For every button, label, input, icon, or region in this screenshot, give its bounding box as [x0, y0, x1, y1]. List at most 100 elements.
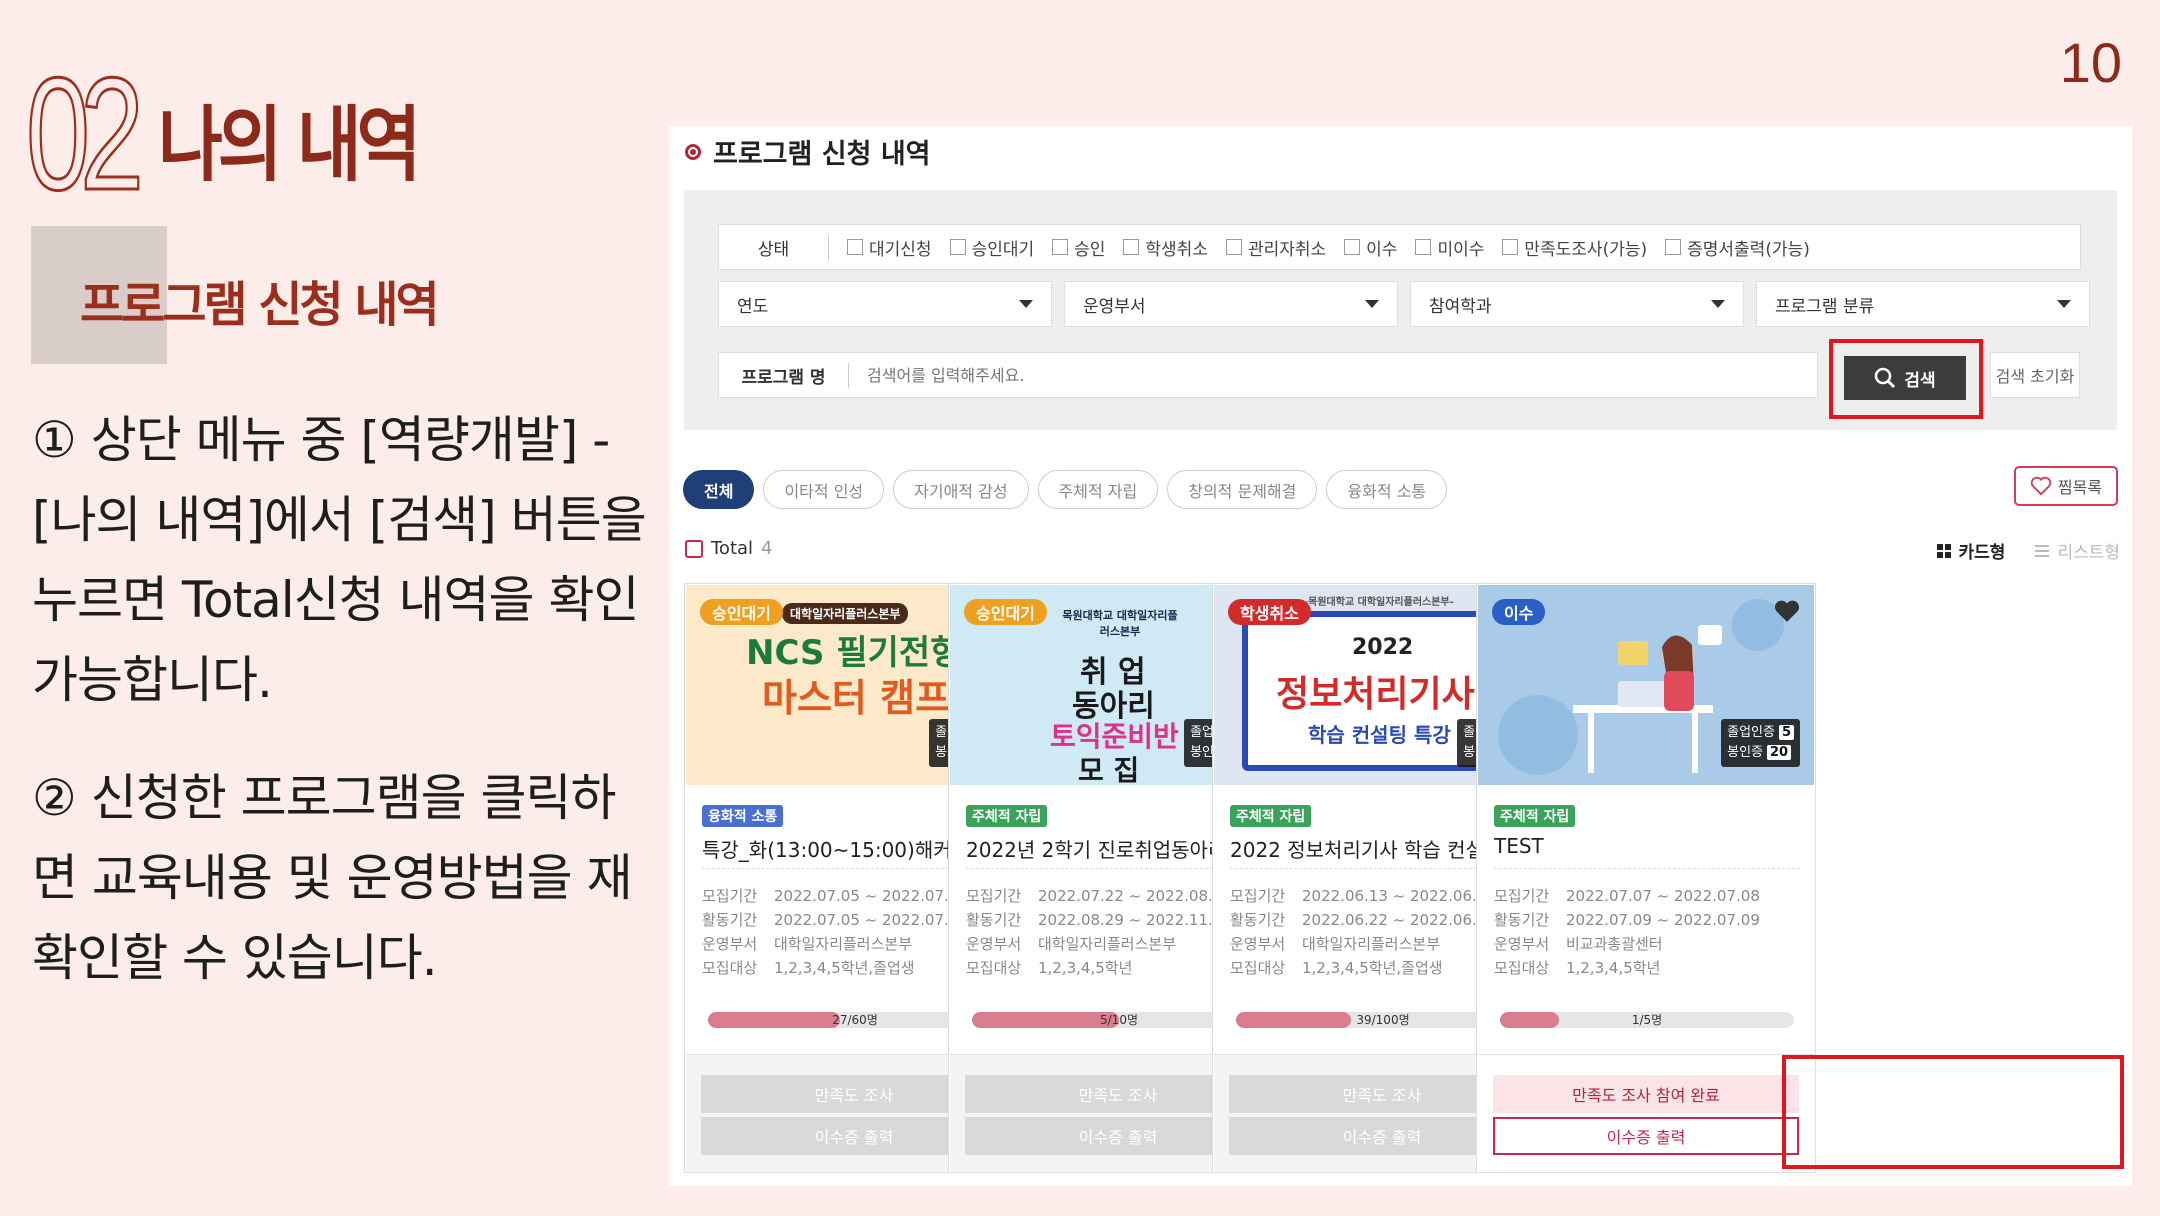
- status-checkbox[interactable]: 승인: [1052, 235, 1105, 260]
- select-label: 프로그램 분류: [1775, 296, 1875, 317]
- status-checkbox[interactable]: 증명서출력(가능): [1665, 235, 1810, 260]
- status-badge: 승인대기: [964, 599, 1047, 625]
- heart-icon[interactable]: [1774, 599, 1800, 623]
- category-filter-tabs: 전체 이타적 인성 자기애적 감성 주체적 자립 창의적 문제해결 융화적 소통: [683, 470, 1448, 509]
- wishlist-button[interactable]: 찜목록: [2014, 466, 2118, 506]
- screenshot-panel: 프로그램 신청 내역 상태 대기신청 승인대기 승인 학생취소 관리자취소 이수…: [669, 126, 2132, 1186]
- program-category-select[interactable]: 프로그램 분류: [1756, 281, 2090, 327]
- program-info: 모집기간 2022.06.13 ~ 2022.06.24 활동기간 2022.06.…: [1230, 884, 1496, 980]
- search-area: 상태 대기신청 승인대기 승인 학생취소 관리자취소 이수 미이수 만족도조사(…: [684, 190, 2117, 430]
- info-label: 모집기간: [1494, 887, 1550, 905]
- reset-button[interactable]: 검색 초기화: [1990, 352, 2080, 398]
- year-select[interactable]: 연도: [718, 281, 1052, 327]
- section-title: 나의 내역: [158, 98, 421, 193]
- status-checkbox[interactable]: 승인대기: [949, 235, 1034, 260]
- select-label: 운영부서: [1083, 296, 1146, 317]
- info-label: 운영부서: [1494, 935, 1550, 953]
- enrollment-progress-bar: 1/5명: [1500, 1012, 1794, 1028]
- checkbox-icon[interactable]: [1052, 239, 1069, 255]
- status-label: 상태: [719, 234, 829, 260]
- total-number: 4: [761, 538, 773, 559]
- checkbox-icon[interactable]: [1415, 239, 1432, 255]
- filter-pill[interactable]: 전체: [683, 470, 755, 509]
- select-label: 참여학과: [1429, 296, 1492, 317]
- program-title[interactable]: TEST: [1494, 834, 1804, 858]
- cert-value: 5: [1778, 725, 1794, 740]
- status-checkbox[interactable]: 대기신청: [847, 235, 932, 260]
- major-select[interactable]: 참여학과: [1410, 281, 1744, 327]
- card-view-button[interactable]: 카드형: [1936, 538, 2006, 563]
- list-view-label: 리스트형: [2057, 543, 2120, 563]
- cert-value: 20: [1767, 745, 1792, 760]
- divider: [1494, 868, 1800, 869]
- chevron-down-icon: [2057, 300, 2071, 308]
- screen-title: 프로그램 신청 내역: [685, 132, 931, 171]
- info-label: 운영부서: [702, 935, 758, 953]
- checkbox-label: 증명서출력(가능): [1687, 239, 1810, 260]
- info-label: 운영부서: [1230, 935, 1286, 953]
- info-label: 활동기간: [966, 911, 1022, 929]
- program-info: 모집기간 2022.07.22 ~ 2022.08.26 활동기간 2022.08.…: [966, 884, 1232, 980]
- status-checkbox[interactable]: 미이수: [1415, 235, 1484, 260]
- program-thumbnail: 이수 졸업인증 5 봉인증 20: [1478, 585, 1814, 785]
- status-checkbox[interactable]: 학생취소: [1123, 235, 1208, 260]
- list-view-button[interactable]: 리스트형: [2035, 538, 2120, 563]
- checkbox-icon[interactable]: [1225, 239, 1242, 255]
- program-name-label: 프로그램 명: [719, 362, 849, 388]
- action-highlight-box: [1782, 1055, 2124, 1169]
- program-card[interactable]: 이수 졸업인증 5 봉인증 20 주체적 자립 TEST 모집기간 2022.07.0…: [1476, 583, 1816, 1173]
- info-value: 2022.07.22 ~ 2022.08.26: [1038, 887, 1232, 905]
- instruction-step-1: ① 상단 메뉴 중 [역량개발] - [나의 내역]에서 [검색] 버튼을 누르…: [32, 411, 647, 709]
- checkbox-label: 만족도조사(가능): [1524, 239, 1648, 260]
- department-select[interactable]: 운영부서: [1064, 281, 1398, 327]
- info-value: 2022.06.22 ~ 2022.06.24: [1302, 911, 1496, 929]
- certificate-print-button[interactable]: 이수증 출력: [1493, 1117, 1799, 1155]
- info-value: 2022.07.05 ~ 2022.07.11: [774, 911, 968, 929]
- screen-title-text: 프로그램 신청 내역: [713, 139, 931, 170]
- checkbox-icon[interactable]: [1123, 239, 1140, 255]
- filter-pill[interactable]: 자기애적 감성: [893, 470, 1029, 509]
- info-label: 모집대상: [702, 959, 758, 977]
- filter-pill[interactable]: 융화적 소통: [1326, 470, 1448, 509]
- checkbox-icon[interactable]: [949, 239, 966, 255]
- page-number: 10: [2059, 31, 2122, 94]
- info-label: 모집기간: [702, 887, 758, 905]
- info-label: 활동기간: [1494, 911, 1550, 929]
- select-row: 연도 운영부서 참여학과 프로그램 분류: [718, 281, 2090, 327]
- status-badge: 학생취소: [1228, 599, 1311, 625]
- program-name-row: 프로그램 명: [718, 352, 1818, 398]
- checkbox-icon[interactable]: [1502, 239, 1519, 255]
- select-label: 연도: [737, 296, 769, 317]
- info-label: 모집대상: [966, 959, 1022, 977]
- filter-pill[interactable]: 창의적 문제해결: [1167, 470, 1318, 509]
- filter-pill[interactable]: 주체적 자립: [1037, 470, 1159, 509]
- program-info: 모집기간 2022.07.05 ~ 2022.07.11 활동기간 2022.07.…: [702, 884, 968, 980]
- checkbox-icon[interactable]: [1665, 239, 1682, 255]
- chevron-down-icon: [1365, 300, 1379, 308]
- total-label: Total: [711, 538, 754, 559]
- bullet-icon: [685, 143, 701, 160]
- checkbox-icon[interactable]: [847, 239, 863, 255]
- program-info: 모집기간 2022.07.07 ~ 2022.07.08 활동기간 2022.07.…: [1494, 884, 1760, 980]
- info-value: 2022.08.29 ~ 2022.11.30: [1038, 911, 1232, 929]
- checkbox-label: 미이수: [1437, 239, 1485, 260]
- info-value: 2022.07.09 ~ 2022.07.09: [1566, 911, 1760, 929]
- filter-pill[interactable]: 이타적 인성: [763, 470, 885, 509]
- status-checkbox[interactable]: 관리자취소: [1225, 235, 1327, 260]
- checkbox-icon[interactable]: [1344, 239, 1361, 255]
- status-checkbox[interactable]: 만족도조사(가능): [1502, 235, 1647, 260]
- search-input[interactable]: [867, 365, 1747, 385]
- category-badge: 주체적 자립: [1494, 805, 1576, 827]
- total-count: Total 4: [685, 538, 773, 559]
- status-checkbox[interactable]: 이수: [1344, 235, 1397, 260]
- cert-label: 봉인증: [1727, 745, 1763, 760]
- card-actions: 만족도 조사 참여 완료 이수증 출력: [1478, 1054, 1814, 1172]
- checkbox-label: 관리자취소: [1247, 239, 1327, 260]
- chevron-down-icon: [1019, 300, 1033, 308]
- survey-complete-button[interactable]: 만족도 조사 참여 완료: [1493, 1075, 1799, 1113]
- info-label: 모집대상: [1494, 959, 1550, 977]
- checkbox-label: 학생취소: [1145, 239, 1208, 260]
- thumbnail-text: 학습 컨설팅 특강: [1308, 723, 1451, 747]
- card-view-label: 카드형: [1958, 543, 2006, 563]
- info-value: 대학일자리플러스본부: [1038, 935, 1177, 953]
